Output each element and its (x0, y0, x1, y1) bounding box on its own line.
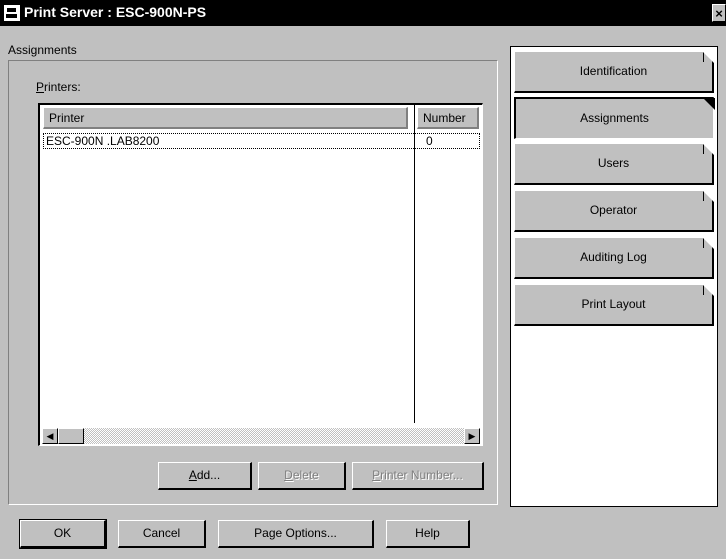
column-header-printer[interactable]: Printer (43, 107, 408, 129)
printer-number-cell: 0 (426, 134, 433, 148)
page-options-button[interactable]: Page Options... (218, 520, 374, 548)
printer-number-button[interactable]: Printer Number... (352, 462, 484, 490)
tab-auditing-log[interactable]: Auditing Log (514, 237, 714, 279)
assignments-group-label: Assignments (8, 43, 77, 57)
cancel-button[interactable]: Cancel (118, 520, 206, 548)
help-button[interactable]: Help (386, 520, 470, 548)
print-server-icon (4, 5, 20, 21)
tab-users[interactable]: Users (514, 143, 714, 185)
list-item[interactable]: ESC-900N .LAB8200 0 (43, 133, 480, 149)
printers-list[interactable]: Printer Number ESC-900N .LAB8200 0 ◀ ▶ (38, 103, 483, 446)
title-bar: Print Server : ESC-900N-PS × (0, 0, 726, 26)
scroll-left-button[interactable]: ◀ (42, 428, 58, 444)
tab-operator[interactable]: Operator (514, 190, 714, 232)
window-title: Print Server : ESC-900N-PS (24, 4, 207, 20)
close-button[interactable]: × (712, 4, 726, 22)
column-header-number[interactable]: Number (417, 107, 479, 129)
add-button[interactable]: Add... (158, 462, 252, 490)
printer-name-cell: ESC-900N .LAB8200 (46, 134, 160, 148)
scroll-right-button[interactable]: ▶ (464, 428, 480, 444)
scroll-thumb[interactable] (58, 428, 84, 444)
column-divider (414, 105, 415, 423)
printers-label: Printers: (36, 80, 81, 94)
tab-print-layout[interactable]: Print Layout (514, 284, 714, 326)
delete-button[interactable]: Delete (258, 462, 346, 490)
horizontal-scrollbar[interactable]: ◀ ▶ (42, 428, 480, 444)
tab-assignments[interactable]: Assignments (514, 97, 715, 139)
tab-identification[interactable]: Identification (514, 51, 714, 93)
ok-button[interactable]: OK (19, 519, 107, 549)
